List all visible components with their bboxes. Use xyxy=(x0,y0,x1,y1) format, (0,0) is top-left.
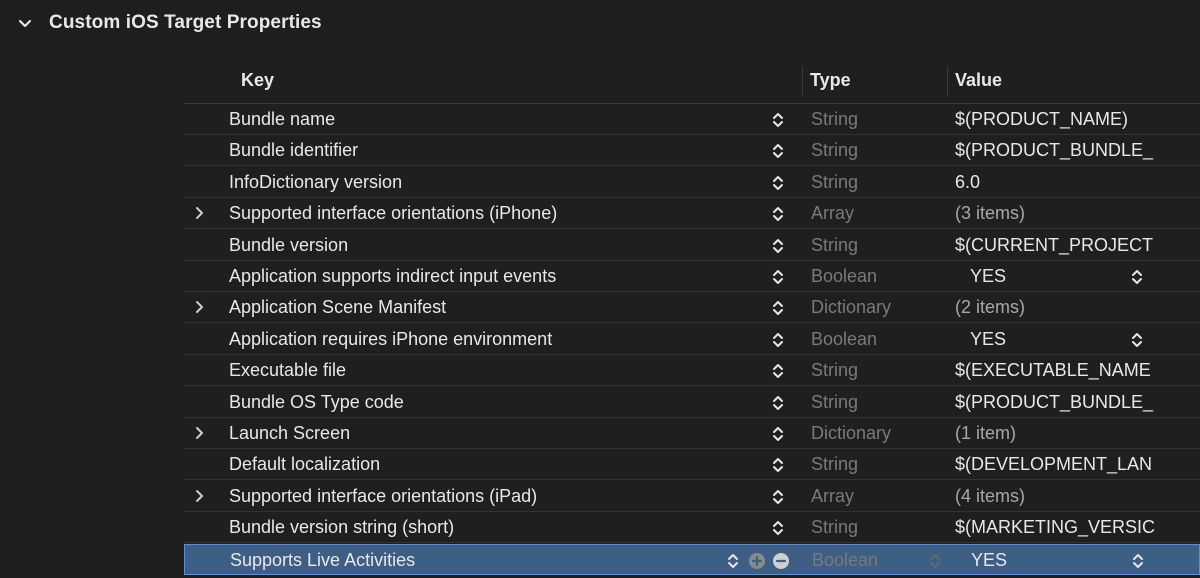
section-header: Custom iOS Target Properties xyxy=(0,0,1200,50)
up-down-stepper-icon[interactable] xyxy=(1130,268,1144,286)
chevron-right-icon[interactable] xyxy=(192,424,208,442)
up-down-stepper-icon[interactable] xyxy=(771,425,785,443)
row-type[interactable]: String xyxy=(811,360,858,381)
up-down-stepper-icon[interactable] xyxy=(726,552,740,570)
table-row[interactable]: Executable file String $(EXECUTABLE_NAME xyxy=(184,355,1200,387)
row-type[interactable]: String xyxy=(811,392,858,413)
table-row[interactable]: Application Scene Manifest Dictionary (2 i… xyxy=(184,292,1200,324)
up-down-stepper-icon[interactable] xyxy=(771,268,785,286)
row-key[interactable]: Bundle version xyxy=(229,235,348,256)
up-down-stepper-icon[interactable] xyxy=(771,456,785,474)
row-value[interactable]: (1 item) xyxy=(955,423,1160,444)
row-type[interactable]: String xyxy=(811,172,858,193)
up-down-stepper-icon[interactable] xyxy=(1130,331,1144,349)
table-row[interactable]: InfoDictionary version String 6.0 xyxy=(184,167,1200,198)
table-row[interactable]: Bundle OS Type code String $(PRODUCT_BUNDL… xyxy=(184,387,1200,418)
row-key[interactable]: InfoDictionary version xyxy=(229,172,402,193)
row-key[interactable]: Bundle name xyxy=(229,109,335,130)
up-down-stepper-icon[interactable] xyxy=(771,394,785,412)
row-key[interactable]: Default localization xyxy=(229,454,380,475)
row-value[interactable]: (3 items) xyxy=(955,203,1160,224)
row-value[interactable]: YES xyxy=(971,550,1176,571)
table-row[interactable]: Bundle identifier String $(PRODUCT_BUNDLE_ xyxy=(184,135,1200,167)
row-key[interactable]: Bundle identifier xyxy=(229,140,358,161)
chevron-right-icon[interactable] xyxy=(192,204,208,222)
row-key[interactable]: Supported interface orientations (iPad) xyxy=(229,486,537,507)
row-key[interactable]: Bundle version string (short) xyxy=(229,517,454,538)
up-down-stepper-icon[interactable] xyxy=(771,488,785,506)
row-type[interactable]: Boolean xyxy=(811,266,877,287)
table-row[interactable]: Bundle version string (short) String $(MAR… xyxy=(184,512,1200,544)
table-row[interactable]: Launch Screen Dictionary (1 item) xyxy=(184,418,1200,449)
up-down-stepper-icon[interactable] xyxy=(771,237,785,255)
row-type[interactable]: Array xyxy=(811,203,854,224)
row-type[interactable]: String xyxy=(811,109,858,130)
row-type[interactable]: Dictionary xyxy=(811,297,891,318)
table-row[interactable]: Default localization String $(DEVELOPMENT_… xyxy=(184,449,1200,481)
row-key[interactable]: Launch Screen xyxy=(229,423,350,444)
column-divider[interactable] xyxy=(802,66,803,96)
up-down-stepper-icon[interactable] xyxy=(771,519,785,537)
row-type[interactable]: String xyxy=(811,454,858,475)
table-row[interactable]: Supported interface orientations (iPhone… xyxy=(184,198,1200,230)
section-title: Custom iOS Target Properties xyxy=(49,12,322,33)
row-value[interactable]: $(DEVELOPMENT_LAN xyxy=(955,454,1160,475)
row-type[interactable]: String xyxy=(811,517,858,538)
table-row[interactable]: Supported interface orientations (iPad) A… xyxy=(184,481,1200,512)
up-down-stepper-icon[interactable] xyxy=(771,331,785,349)
row-key[interactable]: Application Scene Manifest xyxy=(229,297,446,318)
row-value[interactable]: $(CURRENT_PROJECT xyxy=(955,235,1160,256)
up-down-stepper-icon[interactable] xyxy=(771,142,785,160)
row-key[interactable]: Executable file xyxy=(229,360,346,381)
table-row[interactable]: Bundle version String $(CURRENT_PROJECT xyxy=(184,230,1200,261)
table-row[interactable]: Application supports indirect input even… xyxy=(184,261,1200,292)
row-key[interactable]: Application requires iPhone environment xyxy=(229,329,552,350)
row-type[interactable]: Dictionary xyxy=(811,423,891,444)
up-down-stepper-icon[interactable] xyxy=(1131,552,1145,570)
up-down-stepper-icon[interactable] xyxy=(928,552,942,570)
row-value[interactable]: (2 items) xyxy=(955,297,1160,318)
plus-circle-icon[interactable] xyxy=(748,552,766,570)
properties-table: Key Type Value Bundle name String $(PRODUC… xyxy=(184,62,1200,578)
minus-circle-icon[interactable] xyxy=(772,552,790,570)
row-value[interactable]: YES xyxy=(970,266,1175,287)
row-value[interactable]: (4 items) xyxy=(955,486,1160,507)
table-row[interactable]: Bundle name String $(PRODUCT_NAME) xyxy=(184,104,1200,135)
column-divider[interactable] xyxy=(947,66,948,96)
row-type[interactable]: Boolean xyxy=(812,550,878,571)
row-value[interactable]: 6.0 xyxy=(955,172,1160,193)
chevron-down-icon[interactable] xyxy=(16,15,34,33)
row-key[interactable]: Supports Live Activities xyxy=(230,550,415,571)
row-value[interactable]: $(MARKETING_VERSIC xyxy=(955,517,1160,538)
row-type[interactable]: String xyxy=(811,235,858,256)
row-key[interactable]: Application supports indirect input even… xyxy=(229,266,556,287)
up-down-stepper-icon[interactable] xyxy=(771,174,785,192)
row-value[interactable]: YES xyxy=(970,329,1175,350)
chevron-right-icon[interactable] xyxy=(192,487,208,505)
up-down-stepper-icon[interactable] xyxy=(771,299,785,317)
row-type[interactable]: Boolean xyxy=(811,329,877,350)
row-type[interactable]: String xyxy=(811,140,858,161)
row-value[interactable]: $(PRODUCT_NAME) xyxy=(955,109,1160,130)
table-row[interactable]: Application requires iPhone environment B… xyxy=(184,324,1200,355)
row-key[interactable]: Bundle OS Type code xyxy=(229,392,404,413)
column-header-value[interactable]: Value xyxy=(955,70,1002,91)
up-down-stepper-icon[interactable] xyxy=(771,362,785,380)
column-headers: Key Type Value xyxy=(184,62,1200,104)
up-down-stepper-icon[interactable] xyxy=(771,205,785,223)
row-value[interactable]: $(PRODUCT_BUNDLE_ xyxy=(955,392,1160,413)
row-value[interactable]: $(EXECUTABLE_NAME xyxy=(955,360,1160,381)
up-down-stepper-icon[interactable] xyxy=(771,111,785,129)
row-type[interactable]: Array xyxy=(811,486,854,507)
row-key[interactable]: Supported interface orientations (iPhone… xyxy=(229,203,557,224)
row-value[interactable]: $(PRODUCT_BUNDLE_ xyxy=(955,140,1160,161)
column-header-key[interactable]: Key xyxy=(241,70,274,91)
column-header-type[interactable]: Type xyxy=(810,70,851,91)
chevron-right-icon[interactable] xyxy=(192,298,208,316)
table-row[interactable]: Supports Live Activities Boolean YES xyxy=(184,543,1200,575)
